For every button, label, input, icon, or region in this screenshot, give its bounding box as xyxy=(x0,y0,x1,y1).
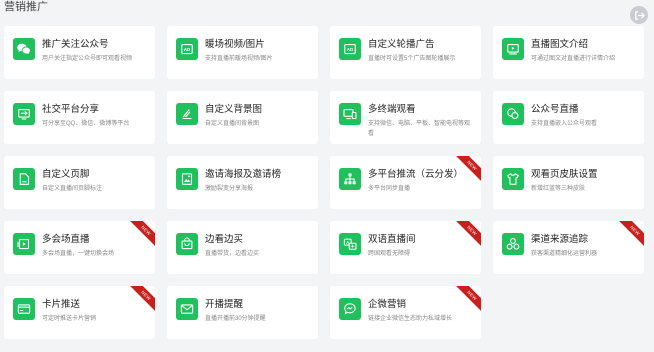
feature-description: 自定义直播间页脚标注 xyxy=(42,186,103,192)
shopping-bag-icon xyxy=(176,233,198,255)
feature-card[interactable]: 渠道来源追踪获客渠道精细化运营利器 NEW xyxy=(493,221,644,274)
feature-title: 自定义背景图 xyxy=(205,104,263,115)
poster-icon xyxy=(176,168,198,190)
svg-text:AD: AD xyxy=(347,47,354,52)
feature-description: 支持直播嵌入公众号观看 xyxy=(531,121,598,127)
svg-text:AD: AD xyxy=(184,47,191,52)
feature-title: 观看页皮肤设置 xyxy=(531,169,598,180)
feature-description: 获客渠道精细化运营利器 xyxy=(531,251,598,257)
feature-description: 支持微信、电脑、平板、智能电视等观看 xyxy=(368,121,471,137)
document-icon xyxy=(13,168,35,190)
feature-description: 可定时推送卡片营销 xyxy=(42,316,97,322)
card-icon xyxy=(13,298,35,320)
feature-title: 卡片推送 xyxy=(42,299,81,310)
ad-icon: AD xyxy=(176,38,198,60)
multi-venue-icon xyxy=(13,233,35,255)
feature-card[interactable]: 企微营销链接企业微信生态助力私域增长 NEW xyxy=(330,286,481,339)
feature-description: 支持直播前暖场视频/图片 xyxy=(205,56,273,62)
page-title: 营销推广 xyxy=(4,1,48,13)
brush-icon xyxy=(176,103,198,125)
feature-title: 渠道来源追踪 xyxy=(531,234,589,245)
feature-title: 暖场视频/图片 xyxy=(205,39,265,50)
feature-description: 多平台同步直播 xyxy=(368,186,411,192)
feature-description: 跨国观看无障碍 xyxy=(368,251,411,257)
bilingual-icon: A xyxy=(339,233,361,255)
mail-icon xyxy=(176,298,198,320)
video-intro-icon xyxy=(502,38,524,60)
feature-description: 直播带货，边看边买 xyxy=(205,251,260,257)
feature-card[interactable]: 卡片推送可定时推送卡片营销 NEW xyxy=(4,286,155,339)
feature-card[interactable]: 观看页皮肤设置新增红蓝等三种皮肤 xyxy=(493,156,644,209)
feature-card[interactable]: 自定义背景图自定义直播间背景图 xyxy=(167,91,318,144)
new-badge: NEW xyxy=(127,221,155,250)
exit-icon xyxy=(634,10,645,20)
feature-card[interactable]: AD 暖场视频/图片支持直播前暖场视频/图片 xyxy=(167,26,318,79)
ad-icon: AD xyxy=(339,38,361,60)
feature-title: 多终端观看 xyxy=(368,104,416,115)
feature-title: 多会场直播 xyxy=(42,234,90,245)
feature-title: 开播提醒 xyxy=(205,299,244,310)
new-badge: NEW xyxy=(453,286,481,315)
feature-grid: 推广关注公众号用户关注指定公众号即可观看视频 AD 暖场视频/图片支持直播前暖场视频… xyxy=(4,26,644,339)
chat-bubbles-icon xyxy=(502,103,524,125)
feature-title: 社交平台分享 xyxy=(42,104,100,115)
feature-description: 多会场直播，一键切换会场 xyxy=(42,251,115,257)
feature-card[interactable]: 自定义页脚自定义直播间页脚标注 xyxy=(4,156,155,209)
exit-button[interactable] xyxy=(630,6,648,24)
feature-description: 可分享至QQ、微信、微博等平台 xyxy=(42,121,130,127)
new-badge: NEW xyxy=(127,286,155,315)
feature-title: 多平台推流（云分发） xyxy=(368,169,464,180)
feature-description: 新增红蓝等三种皮肤 xyxy=(531,186,586,192)
feature-card[interactable]: 多终端观看支持微信、电脑、平板、智能电视等观看 xyxy=(330,91,481,144)
feature-description: 可通过图文对直播进行详情介绍 xyxy=(531,56,616,62)
multi-device-icon xyxy=(339,103,361,125)
feature-title: 推广关注公众号 xyxy=(42,39,109,50)
new-badge: NEW xyxy=(453,221,481,250)
share-icon xyxy=(13,103,35,125)
feature-card[interactable]: 边看边买直播带货，边看边买 xyxy=(167,221,318,274)
feature-description: 直播开播前30分钟提醒 xyxy=(205,316,266,322)
feature-description: 用户关注指定公众号即可观看视频 xyxy=(42,56,133,62)
feature-title: 直播图文介绍 xyxy=(531,39,589,50)
wecom-icon xyxy=(339,298,361,320)
feature-title: 邀请海报及邀请榜 xyxy=(205,169,282,180)
feature-card[interactable]: 多平台推流（云分发） 多平台同步直播 NEW xyxy=(330,156,481,209)
feature-card[interactable]: 邀请海报及邀请榜激励裂变分享海报 xyxy=(167,156,318,209)
feature-description: 链接企业微信生态助力私域增长 xyxy=(368,316,453,322)
wechat-icon xyxy=(13,38,35,60)
feature-card[interactable]: 公众号直播支持直播嵌入公众号观看 xyxy=(493,91,644,144)
feature-description: 自定义直播间背景图 xyxy=(205,121,260,127)
new-badge: NEW xyxy=(616,221,644,250)
feature-card[interactable]: AD 自定义轮播广告直播时可设置5个广告图轮播展示 xyxy=(330,26,481,79)
feature-title: 双语直播间 xyxy=(368,234,416,245)
feature-card[interactable]: 直播图文介绍可通过图文对直播进行详情介绍 xyxy=(493,26,644,79)
feature-card[interactable]: 社交平台分享可分享至QQ、微信、微博等平台 xyxy=(4,91,155,144)
feature-description: 激励裂变分享海报 xyxy=(205,186,254,192)
feature-title: 自定义页脚 xyxy=(42,169,90,180)
channel-icon xyxy=(502,233,524,255)
hierarchy-icon xyxy=(339,168,361,190)
feature-card[interactable]: 开播提醒直播开播前30分钟提醒 xyxy=(167,286,318,339)
tshirt-icon xyxy=(502,168,524,190)
feature-card[interactable]: A 双语直播间跨国观看无障碍 NEW xyxy=(330,221,481,274)
feature-title: 边看边买 xyxy=(205,234,244,245)
feature-card[interactable]: 多会场直播多会场直播，一键切换会场 NEW xyxy=(4,221,155,274)
feature-title: 公众号直播 xyxy=(531,104,579,115)
feature-title: 自定义轮播广告 xyxy=(368,39,435,50)
feature-card[interactable]: 推广关注公众号用户关注指定公众号即可观看视频 xyxy=(4,26,155,79)
feature-description: 直播时可设置5个广告图轮播展示 xyxy=(368,56,456,62)
feature-title: 企微营销 xyxy=(368,299,407,310)
